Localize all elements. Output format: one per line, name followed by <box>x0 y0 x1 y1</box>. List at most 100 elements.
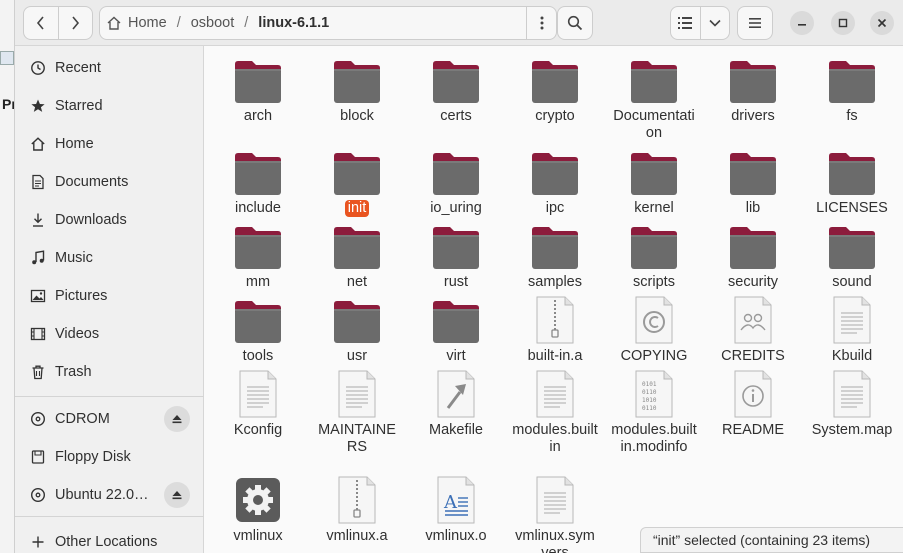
file-item-readme[interactable]: README <box>708 370 798 439</box>
file-name: io_uring <box>430 200 482 216</box>
file-item-net[interactable]: net <box>312 222 402 291</box>
file-name: block <box>340 108 374 124</box>
file-item-init[interactable]: init <box>312 148 402 217</box>
sidebar-item-starred[interactable]: Starred <box>15 88 204 124</box>
minimize-button[interactable] <box>790 11 814 35</box>
file-item-maintainers[interactable]: MAINTAINERS <box>312 370 402 456</box>
folder-icon <box>631 153 677 195</box>
sidebar-separator <box>15 396 204 397</box>
file-item-modules-builtin[interactable]: modules.builtin <box>510 370 600 456</box>
file-name: Documentation <box>613 108 695 141</box>
eject-button[interactable] <box>164 482 190 508</box>
sidebar-item-recent[interactable]: Recent <box>15 50 204 86</box>
breadcrumb-osboot[interactable]: osboot <box>185 7 241 39</box>
file-item-security[interactable]: security <box>708 222 798 291</box>
file-item-makefile[interactable]: Makefile <box>411 370 501 439</box>
file-item-modules-builtin-modinfo[interactable]: 0101 0110 1010 0110 modules.builtin.modinfo <box>609 370 699 456</box>
file-item-credits[interactable]: CREDITS <box>708 296 798 365</box>
file-item-crypto[interactable]: crypto <box>510 56 600 125</box>
file-item-io-uring[interactable]: io_uring <box>411 148 501 217</box>
sidebar-item-downloads[interactable]: Downloads <box>15 202 204 238</box>
file-name: MAINTAINERS <box>318 422 396 455</box>
sidebar-item-pictures[interactable]: Pictures <box>15 278 204 314</box>
breadcrumb-current[interactable]: linux-6.1.1 <box>252 7 335 39</box>
file-icon-wrap <box>432 370 480 418</box>
file-item-rust[interactable]: rust <box>411 222 501 291</box>
file-item-block[interactable]: block <box>312 56 402 125</box>
breadcrumb-home[interactable]: Home <box>100 7 173 39</box>
file-item-fs[interactable]: fs <box>807 56 897 125</box>
file-item-tools[interactable]: tools <box>213 296 303 365</box>
file-item-ipc[interactable]: ipc <box>510 148 600 217</box>
file-item-kconfig[interactable]: Kconfig <box>213 370 303 439</box>
sidebar-item-music[interactable]: Music <box>15 240 204 276</box>
folder-icon <box>829 227 875 269</box>
file-name: CREDITS <box>721 348 785 364</box>
sidebar-item-floppy-disk[interactable]: Floppy Disk <box>15 439 204 475</box>
sidebar-item-other-locations[interactable]: Other Locations <box>15 524 204 553</box>
folder-icon <box>532 227 578 269</box>
sidebar-item-label: CDROM <box>55 411 110 427</box>
view-options-button[interactable] <box>699 7 730 39</box>
maximize-button[interactable] <box>831 11 855 35</box>
close-button[interactable] <box>870 11 894 35</box>
file-name: lib <box>745 200 761 216</box>
text-file-icon <box>833 370 871 418</box>
file-item-kernel[interactable]: kernel <box>609 148 699 217</box>
eject-button[interactable] <box>164 406 190 432</box>
file-item-virt[interactable]: virt <box>411 296 501 365</box>
file-item-documentation[interactable]: Documentation <box>609 56 699 142</box>
path-menu-button[interactable] <box>526 7 556 39</box>
file-item-vmlinux-a[interactable]: vmlinux.a <box>312 476 402 545</box>
archive-file-icon <box>536 296 574 344</box>
file-name: tools <box>242 348 274 364</box>
file-item-certs[interactable]: certs <box>411 56 501 125</box>
file-item-samples[interactable]: samples <box>510 222 600 291</box>
main-menu-button[interactable] <box>737 6 773 40</box>
forward-button[interactable] <box>57 7 93 39</box>
file-item-copying[interactable]: COPYING <box>609 296 699 365</box>
folder-icon <box>433 61 479 103</box>
file-item-drivers[interactable]: drivers <box>708 56 798 125</box>
file-item-licenses[interactable]: LICENSES <box>807 148 897 217</box>
file-item-arch[interactable]: arch <box>213 56 303 125</box>
sidebar-item-trash[interactable]: Trash <box>15 354 204 390</box>
file-item-system-map[interactable]: System.map <box>807 370 897 439</box>
document-icon <box>29 173 47 191</box>
sidebar-item-label: Music <box>55 250 93 266</box>
svg-text:0110: 0110 <box>642 405 657 412</box>
file-name: virt <box>446 348 466 364</box>
list-view-button[interactable] <box>671 7 700 39</box>
file-item-vmlinux[interactable]: vmlinux <box>213 476 303 545</box>
file-grid: arch block certs crypto Documentation dr… <box>205 46 903 553</box>
sidebar-item-videos[interactable]: Videos <box>15 316 204 352</box>
contacts-file-icon <box>734 296 772 344</box>
home-icon <box>29 135 47 153</box>
sidebar-item-documents[interactable]: Documents <box>15 164 204 200</box>
file-icon-wrap <box>729 370 777 418</box>
file-name: net <box>346 274 368 290</box>
search-button[interactable] <box>557 6 593 40</box>
file-item-usr[interactable]: usr <box>312 296 402 365</box>
file-item-vmlinux-symvers[interactable]: vmlinux.symvers <box>510 476 600 553</box>
breadcrumb-separator: / <box>176 15 181 31</box>
file-name: README <box>721 422 785 438</box>
sidebar-item-home[interactable]: Home <box>15 126 204 162</box>
file-item-kbuild[interactable]: Kbuild <box>807 296 897 365</box>
text-file-icon <box>338 370 376 418</box>
file-item-mm[interactable]: mm <box>213 222 303 291</box>
hamburger-menu-icon <box>749 18 761 28</box>
breadcrumb-current-label: linux-6.1.1 <box>258 15 330 31</box>
file-name: samples <box>528 274 582 290</box>
folder-icon <box>334 301 380 343</box>
file-item-include[interactable]: include <box>213 148 303 217</box>
file-item-scripts[interactable]: scripts <box>609 222 699 291</box>
file-item-lib[interactable]: lib <box>708 148 798 217</box>
svg-text:1010: 1010 <box>642 397 657 404</box>
file-item-vmlinux-o[interactable]: A vmlinux.o <box>411 476 501 545</box>
file-item-sound[interactable]: sound <box>807 222 897 291</box>
picture-icon <box>29 287 47 305</box>
file-item-built-in-a[interactable]: built-in.a <box>510 296 600 365</box>
text-file-icon <box>833 296 871 344</box>
back-button[interactable] <box>24 7 58 39</box>
